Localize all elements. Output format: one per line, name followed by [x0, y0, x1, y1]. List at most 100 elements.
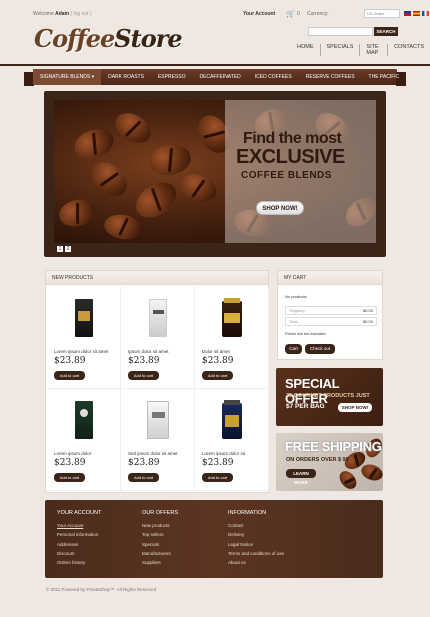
sitemap-link[interactable]: SITE MAP	[366, 44, 389, 56]
footer-link[interactable]: Terms and conditions of use	[228, 549, 284, 558]
shipping-value: $0.00	[362, 308, 373, 313]
product-name[interactable]: Sed ipsum dolor sit amet	[128, 451, 178, 456]
product-card[interactable]: Sed ipsum dolor sit amet $23.89 Add to c…	[121, 389, 195, 491]
product-image[interactable]	[143, 295, 173, 341]
product-price: $23.89	[54, 458, 86, 468]
nav-espresso[interactable]: ESPRESSO	[151, 74, 193, 80]
product-card[interactable]: Lorem ipsum dolor $23.89 Add to cart	[47, 389, 121, 491]
chevron-down-icon: ▾	[91, 74, 95, 80]
contacts-link[interactable]: CONTACTS	[394, 44, 430, 56]
product-card[interactable]: Dolor sit amet $23.89 Add to cart	[195, 287, 269, 389]
flag-fr-icon[interactable]	[422, 11, 429, 16]
nav-dark-roasts[interactable]: DARK ROASTS	[101, 74, 151, 80]
product-image[interactable]	[143, 397, 173, 443]
nav-decaffeinated[interactable]: DECAFFEINATED	[192, 74, 247, 80]
logo-part2: Store	[114, 24, 182, 53]
footer-link[interactable]: About us	[228, 558, 284, 567]
slider-page-1[interactable]: 1	[57, 246, 63, 252]
add-to-cart-button[interactable]: Add to cart	[128, 473, 159, 482]
logo-part1: Coffee	[34, 24, 115, 53]
logout-link[interactable]: ( log out )	[70, 11, 91, 17]
tax-note: Prices are tax included	[285, 331, 326, 336]
add-to-cart-button[interactable]: Add to cart	[202, 473, 233, 482]
product-price: $23.89	[54, 356, 86, 366]
top-bar: Welcome Adam ( log out ) Your Account 🛒 …	[31, 8, 429, 20]
add-to-cart-button[interactable]: Add to cart	[202, 371, 233, 380]
product-image[interactable]	[217, 295, 247, 341]
new-products-panel: NEW PRODUCTS Lorem ipsum dolor sit amet …	[45, 270, 269, 493]
product-image[interactable]	[217, 397, 247, 443]
footer-link[interactable]: Discount	[57, 549, 101, 558]
slider-page-2[interactable]: 2	[65, 246, 71, 252]
footer-link[interactable]: Delivery	[228, 530, 284, 539]
learn-more-button[interactable]: LEARN MORE	[286, 469, 316, 485]
free-shipping-banner[interactable]: FREE SHIPPING ON ORDERS OVER $ 99 LEARN …	[276, 433, 383, 491]
home-link[interactable]: HOME	[297, 44, 321, 56]
search-input[interactable]	[308, 27, 373, 36]
product-name[interactable]: Dolor sit amet	[202, 349, 230, 354]
total-row: Total $0.00	[285, 317, 377, 326]
footer-link[interactable]: Orders history	[57, 558, 101, 567]
footer-col-offers: OUR OFFERS New products Top sellers Spec…	[142, 509, 178, 567]
product-price: $23.89	[128, 356, 160, 366]
footer-link[interactable]: Specials	[142, 540, 178, 549]
top-links: HOME SPECIALS SITE MAP CONTACTS	[297, 44, 430, 56]
specials-link[interactable]: SPECIALS	[327, 44, 361, 56]
shop-now-button[interactable]: SHOP NOW!	[256, 201, 304, 215]
product-card[interactable]: Ipsum dolor sit amet $23.89 Add to cart	[121, 287, 195, 389]
main-nav: SIGNATURE BLENDS ▾ DARK ROASTS ESPRESSO …	[24, 69, 406, 86]
cart-button[interactable]: Cart	[285, 344, 302, 354]
footer-link[interactable]: Contact	[228, 521, 284, 530]
special-offer-title: SPECIAL OFFER	[285, 376, 340, 406]
product-price: $23.89	[202, 458, 234, 468]
shipping-label: Shipping	[289, 308, 305, 313]
product-name[interactable]: Lorem ipsum dolor	[54, 451, 91, 456]
logo[interactable]: CoffeeStore	[34, 24, 183, 53]
product-name[interactable]: Lorem ipsum dolor sit amet	[54, 349, 108, 354]
cart-icon[interactable]: 🛒	[286, 10, 295, 18]
add-to-cart-button[interactable]: Add to cart	[128, 371, 159, 380]
search-button[interactable]: SEARCH	[374, 27, 398, 36]
slide-line3: COFFEE BLENDS	[241, 170, 332, 181]
footer-link[interactable]: Your Account	[57, 521, 101, 530]
product-card[interactable]: Lorem ipsum dolor sit amet $23.89 Add to…	[47, 287, 121, 389]
nav-iced-coffees[interactable]: ICED COFFEES	[248, 74, 299, 80]
nav-the-pacific[interactable]: THE PACIFIC	[362, 74, 407, 80]
copyright: © 2011 Powered by PrestaShop™. All Right…	[46, 587, 157, 592]
product-name[interactable]: Ipsum dolor sit amet	[128, 349, 169, 354]
footer-link[interactable]: Top sellers	[142, 530, 178, 539]
nav-reserve-coffees[interactable]: RESERVE COFFEES	[299, 74, 362, 80]
special-offer-sub: 25 GOURMET PRODUCTS JUST	[286, 393, 370, 399]
product-price: $23.89	[128, 458, 160, 468]
nav-signature-blends[interactable]: SIGNATURE BLENDS ▾	[33, 69, 102, 85]
total-label: Total	[289, 319, 298, 324]
product-image[interactable]	[69, 397, 99, 443]
free-shipping-sub: ON ORDERS OVER $ 99	[286, 457, 349, 463]
footer-link[interactable]: Personal information	[57, 530, 101, 539]
footer-link[interactable]: Addresses	[57, 540, 101, 549]
your-account-link[interactable]: Your Account	[243, 11, 275, 17]
footer-link[interactable]: Manufacturers	[142, 549, 178, 558]
footer-link[interactable]: Legal Notice	[228, 540, 284, 549]
product-card[interactable]: Lorem ipsum dolor sit $23.89 Add to cart	[195, 389, 269, 491]
product-image[interactable]	[69, 295, 99, 341]
footer-col-title: YOUR ACCOUNT	[57, 510, 102, 516]
special-offer-banner[interactable]: SPECIAL OFFER 25 GOURMET PRODUCTS JUST $…	[276, 368, 383, 426]
my-cart-title: MY CART	[278, 271, 382, 285]
footer-col-title: OUR OFFERS	[142, 510, 179, 516]
flag-es-icon[interactable]	[413, 11, 420, 16]
currency-select[interactable]: US Dollar	[364, 9, 400, 18]
header-divider	[0, 64, 430, 66]
footer-link[interactable]: New products	[142, 521, 178, 530]
add-to-cart-button[interactable]: Add to cart	[54, 473, 85, 482]
my-cart-panel: MY CART No products Shipping $0.00 Total $…	[277, 270, 383, 360]
flag-en-icon[interactable]	[404, 11, 411, 16]
shipping-row: Shipping $0.00	[285, 306, 377, 315]
footer-link[interactable]: Suppliers	[142, 558, 178, 567]
checkout-button[interactable]: Check out	[305, 344, 335, 354]
slide-line2: EXCLUSIVE	[236, 146, 345, 168]
free-shipping-title: FREE SHIPPING	[285, 439, 382, 454]
special-offer-button[interactable]: SHOP NOW!	[338, 403, 372, 412]
product-name[interactable]: Lorem ipsum dolor sit	[202, 451, 245, 456]
add-to-cart-button[interactable]: Add to cart	[54, 371, 85, 380]
